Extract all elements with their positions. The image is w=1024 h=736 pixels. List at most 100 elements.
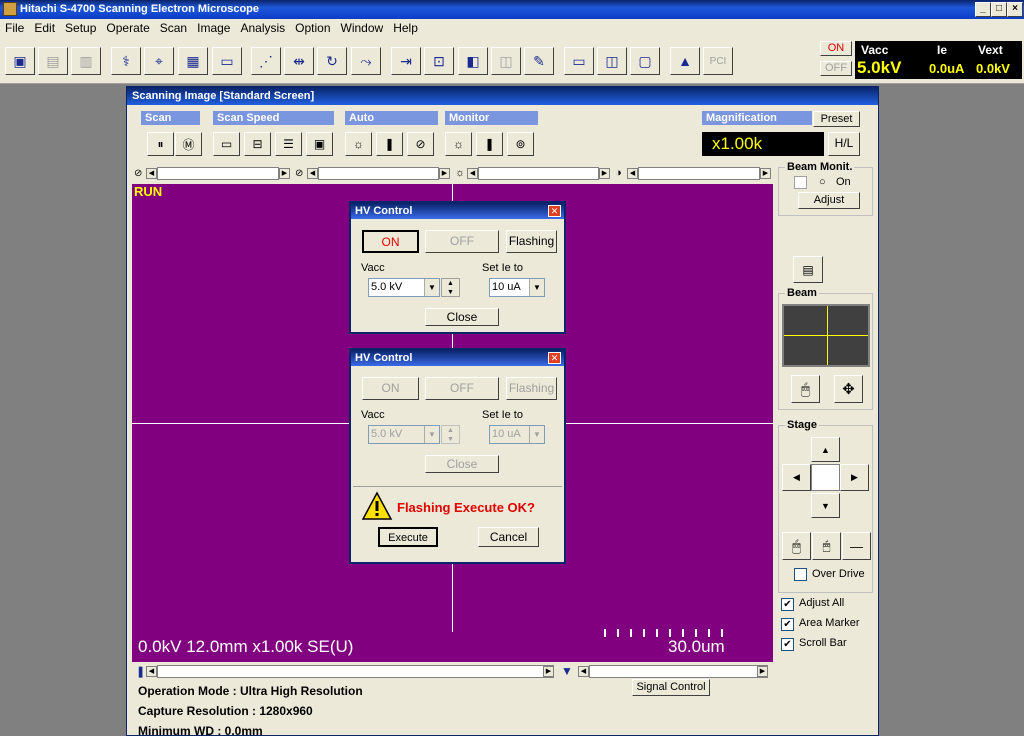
monitor-focus-button[interactable]: ❚ bbox=[476, 132, 503, 156]
menu-edit[interactable]: Edit bbox=[29, 19, 60, 38]
screen-icon[interactable]: ▭ bbox=[564, 47, 594, 75]
print-icon[interactable]: ▥ bbox=[71, 47, 101, 75]
split-icon[interactable]: ◫ bbox=[491, 47, 521, 75]
full-screen-icon[interactable]: ▢ bbox=[630, 47, 660, 75]
brightness-slider[interactable] bbox=[478, 167, 599, 180]
contrast-slider[interactable] bbox=[638, 167, 760, 180]
maximize-button[interactable]: □ bbox=[991, 2, 1007, 17]
vacc-spinner[interactable]: ▲ ▼ bbox=[441, 425, 460, 444]
area-marker-checkbox[interactable]: ✔ bbox=[781, 618, 794, 631]
monitor-stigma-button[interactable]: ⊚ bbox=[507, 132, 534, 156]
column-icon[interactable]: ⚕ bbox=[111, 47, 141, 75]
marker-scrollbar[interactable] bbox=[589, 665, 768, 678]
flashing-button[interactable]: Flashing bbox=[506, 377, 557, 400]
vacc-select[interactable]: 5.0 kV ▼ bbox=[368, 425, 440, 444]
scroll-left-arrow[interactable]: ◀ bbox=[578, 666, 589, 677]
dual-screen-icon[interactable]: ◫ bbox=[597, 47, 627, 75]
stigma-y-slider[interactable] bbox=[318, 167, 439, 180]
scroll-right-arrow[interactable]: ▶ bbox=[757, 666, 768, 677]
scroll-bar-checkbox[interactable]: ✔ bbox=[781, 638, 794, 651]
capture-icon[interactable]: ▦ bbox=[178, 47, 208, 75]
signal-icon[interactable]: ⇥ bbox=[391, 47, 421, 75]
menu-file[interactable]: File bbox=[0, 19, 29, 38]
slider-left-arrow[interactable]: ◀ bbox=[307, 168, 318, 179]
menu-help[interactable]: Help bbox=[388, 19, 423, 38]
menu-analysis[interactable]: Analysis bbox=[235, 19, 290, 38]
slider-right-arrow[interactable]: ▶ bbox=[599, 168, 610, 179]
crosshair-icon[interactable]: ⌖ bbox=[144, 47, 174, 75]
mouse-stage-plus-icon[interactable]: 🖱 bbox=[812, 532, 841, 560]
slider-left-arrow[interactable]: ◀ bbox=[146, 168, 157, 179]
mouse-beam-icon[interactable]: 🖱 bbox=[791, 375, 820, 403]
scroll-right-arrow[interactable]: ▶ bbox=[543, 666, 554, 677]
auto-brightness-button[interactable]: ☼ bbox=[345, 132, 372, 156]
minimize-button[interactable]: _ bbox=[975, 2, 991, 17]
speed-1-button[interactable]: ▭ bbox=[213, 132, 240, 156]
menu-image[interactable]: Image bbox=[192, 19, 235, 38]
stage-line-icon[interactable]: — bbox=[842, 532, 871, 560]
slider-left-arrow[interactable]: ◀ bbox=[467, 168, 478, 179]
stage-left-button[interactable]: ◀ bbox=[782, 464, 811, 491]
vacc-select[interactable]: 5.0 kV ▼ bbox=[368, 278, 440, 297]
execute-button[interactable]: Execute bbox=[378, 527, 438, 547]
pci-icon[interactable]: PCI bbox=[703, 47, 733, 75]
stigma-x-slider[interactable] bbox=[157, 167, 279, 180]
beam-monitor-checkbox[interactable] bbox=[794, 176, 807, 189]
signal-control-button[interactable]: Signal Control bbox=[632, 679, 710, 696]
slider-right-arrow[interactable]: ▶ bbox=[760, 168, 771, 179]
flashing-button[interactable]: Flashing bbox=[506, 230, 557, 253]
speed-3-button[interactable]: ☰ bbox=[275, 132, 302, 156]
speed-2-button[interactable]: ⊟ bbox=[244, 132, 271, 156]
dialog-close-icon[interactable]: ✕ bbox=[548, 205, 561, 217]
dialog-close-icon[interactable]: ✕ bbox=[548, 352, 561, 364]
tilt-icon[interactable]: ⤳ bbox=[351, 47, 381, 75]
hv-on-button[interactable]: ON bbox=[362, 230, 419, 253]
hv-off-button[interactable]: OFF bbox=[425, 377, 499, 400]
slider-right-arrow[interactable]: ▶ bbox=[439, 168, 450, 179]
hl-button[interactable]: H/L bbox=[828, 132, 860, 156]
stigma-icon[interactable]: ⇹ bbox=[284, 47, 314, 75]
menu-operate[interactable]: Operate bbox=[101, 19, 154, 38]
focus-scrollbar[interactable] bbox=[157, 665, 554, 678]
auto-stigma-button[interactable]: ⊘ bbox=[407, 132, 434, 156]
stage-right-button[interactable]: ▶ bbox=[840, 464, 869, 491]
slider-left-arrow[interactable]: ◀ bbox=[627, 168, 638, 179]
scroll-left-arrow[interactable]: ◀ bbox=[146, 666, 157, 677]
histogram-icon[interactable]: ▲ bbox=[670, 47, 700, 75]
beam-alignment-pad[interactable] bbox=[782, 304, 870, 367]
capture-save-icon[interactable]: ▤ bbox=[793, 256, 823, 283]
edit-icon[interactable]: ✎ bbox=[524, 47, 554, 75]
vacc-spinner[interactable]: ▲ ▼ bbox=[441, 278, 460, 297]
align-icon[interactable]: ⋰ bbox=[251, 47, 281, 75]
hv-on-button[interactable]: ON bbox=[362, 377, 419, 400]
close-button[interactable]: × bbox=[1007, 2, 1023, 17]
detector-icon[interactable]: ⊡ bbox=[424, 47, 454, 75]
stage-up-button[interactable]: ▲ bbox=[811, 437, 840, 462]
menu-scan[interactable]: Scan bbox=[155, 19, 192, 38]
pause-button[interactable]: ⏸ bbox=[147, 132, 174, 156]
save-icon[interactable]: ▤ bbox=[38, 47, 68, 75]
menu-setup[interactable]: Setup bbox=[60, 19, 101, 38]
slider-right-arrow[interactable]: ▶ bbox=[279, 168, 290, 179]
stage-down-button[interactable]: ▼ bbox=[811, 493, 840, 518]
hv-off-button[interactable]: OFF bbox=[820, 61, 852, 76]
ie-select[interactable]: 10 uA ▼ bbox=[489, 278, 545, 297]
speed-4-button[interactable]: ▣ bbox=[306, 132, 333, 156]
ie-select[interactable]: 10 uA ▼ bbox=[489, 425, 545, 444]
monitor-brightness-button[interactable]: ☼ bbox=[445, 132, 472, 156]
close-dialog-button[interactable]: Close bbox=[425, 308, 499, 326]
beam-adjust-button[interactable]: Adjust bbox=[798, 192, 860, 209]
menu-option[interactable]: Option bbox=[290, 19, 335, 38]
rotate-icon[interactable]: ↻ bbox=[317, 47, 347, 75]
hv-on-button[interactable]: ON bbox=[820, 41, 852, 56]
image-icon[interactable]: ▭ bbox=[212, 47, 242, 75]
windows-icon[interactable]: ▣ bbox=[5, 47, 35, 75]
memory-button[interactable]: Ⓜ bbox=[175, 132, 202, 156]
adjust-all-checkbox[interactable]: ✔ bbox=[781, 598, 794, 611]
move-beam-icon[interactable]: ✥ bbox=[834, 375, 863, 403]
mouse-stage-icon[interactable]: 🖱 bbox=[782, 532, 811, 560]
beam-on-radio[interactable]: ○ bbox=[819, 176, 826, 188]
auto-focus-button[interactable]: ❚ bbox=[376, 132, 403, 156]
cancel-button[interactable]: Cancel bbox=[478, 527, 539, 547]
close-dialog-button[interactable]: Close bbox=[425, 455, 499, 473]
